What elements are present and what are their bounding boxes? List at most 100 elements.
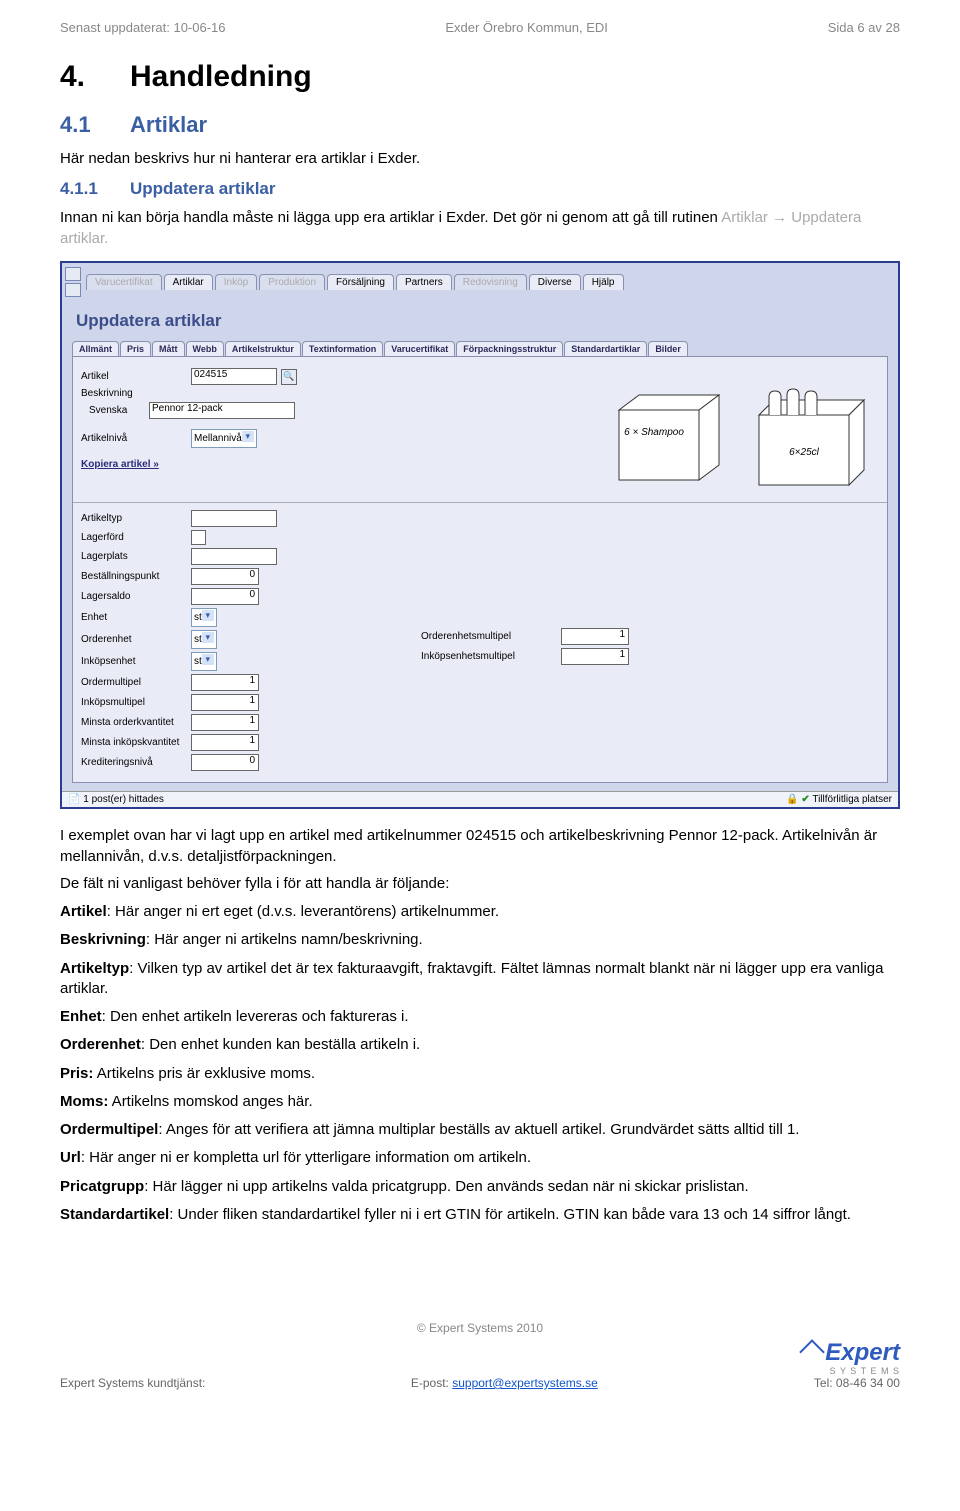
g-pricatgrupp-label: Pricatgrupp bbox=[60, 1178, 144, 1195]
status-bar: 📄 1 post(er) hittades 🔒 ✔ Tillförlitliga… bbox=[62, 791, 898, 807]
footer-tel: Tel: 08-46 34 00 bbox=[803, 1376, 900, 1390]
h2-title: Artiklar bbox=[130, 112, 207, 137]
label-orderenhet: Orderenhet bbox=[81, 634, 191, 645]
header-page: Sida 6 av 28 bbox=[828, 20, 900, 35]
input-lagersaldo[interactable]: 0 bbox=[191, 588, 259, 605]
select-enhet[interactable]: st bbox=[191, 608, 217, 627]
tab-allmant[interactable]: Allmänt bbox=[72, 341, 119, 356]
h1-number: 4. bbox=[60, 60, 130, 94]
illustration: 6 × Shampoo 6×25cl bbox=[599, 365, 879, 498]
input-inkopsenhetsmul[interactable]: 1 bbox=[561, 648, 629, 665]
tab-pris[interactable]: Pris bbox=[120, 341, 151, 356]
g-orderenhet-label: Orderenhet bbox=[60, 1036, 141, 1053]
menu-produktion[interactable]: Produktion bbox=[259, 274, 325, 290]
input-beskrivning[interactable]: Pennor 12-pack bbox=[149, 402, 295, 419]
label-beskrivning: Beskrivning bbox=[81, 388, 191, 399]
header-title: Exder Örebro Kommun, EDI bbox=[445, 20, 608, 35]
logo-subtext: S Y S T E M S bbox=[825, 1367, 900, 1376]
link-kopiera-artikel[interactable]: Kopiera artikel » bbox=[81, 459, 159, 470]
g-ordermultipel-text: : Anges för att verifiera att jämna mult… bbox=[158, 1121, 799, 1138]
h3-number: 4.1.1 bbox=[60, 179, 130, 199]
tab-webb[interactable]: Webb bbox=[186, 341, 224, 356]
select-artikelniva[interactable]: Mellannivå bbox=[191, 429, 257, 448]
input-inkopsmultipel[interactable]: 1 bbox=[191, 694, 259, 711]
label-lagerford: Lagerförd bbox=[81, 532, 191, 543]
input-minorder[interactable]: 1 bbox=[191, 714, 259, 731]
intro-text-2: Innan ni kan börja handla måste ni lägga… bbox=[60, 207, 900, 249]
form-area: Artikel 024515 🔍 Beskrivning Svenska Pen… bbox=[72, 356, 888, 783]
menu-inkop[interactable]: Inköp bbox=[215, 274, 257, 290]
h3-title: Uppdatera artiklar bbox=[130, 179, 276, 198]
check-icon: ✔ bbox=[801, 794, 809, 805]
g-orderenhet-text: : Den enhet kunden kan beställa artikeln… bbox=[141, 1036, 420, 1053]
expert-logo: Expert S Y S T E M S bbox=[803, 1341, 900, 1376]
document-header: Senast uppdaterat: 10-06-16 Exder Örebro… bbox=[60, 20, 900, 35]
g-artikeltyp-text: : Vilken typ av artikel det är tex faktu… bbox=[60, 960, 883, 997]
h2-number: 4.1 bbox=[60, 112, 130, 138]
g-moms-label: Moms: bbox=[60, 1093, 108, 1110]
g-standardartikel-label: Standardartikel bbox=[60, 1206, 169, 1223]
footer-left: Expert Systems kundtjänst: bbox=[60, 1376, 205, 1390]
label-artikeltyp: Artikeltyp bbox=[81, 513, 191, 524]
input-orderenhetsmul[interactable]: 1 bbox=[561, 628, 629, 645]
illus-bottle-text: 6×25cl bbox=[789, 447, 820, 458]
footer-mid-pre: E-post: bbox=[411, 1376, 452, 1390]
menu-partners[interactable]: Partners bbox=[396, 274, 452, 290]
g-pris-text: Artikelns pris är exklusive moms. bbox=[93, 1065, 315, 1082]
input-artikel[interactable]: 024515 bbox=[191, 368, 277, 385]
illus-box-text: 6 × Shampoo bbox=[624, 427, 684, 438]
menu-redovisning[interactable]: Redovisning bbox=[454, 274, 527, 290]
menu-diverse[interactable]: Diverse bbox=[529, 274, 581, 290]
g-url-text: : Här anger ni er kompletta url för ytte… bbox=[81, 1149, 531, 1166]
select-inkopsenhet[interactable]: st bbox=[191, 652, 217, 671]
subtab-bar: Allmänt Pris Mått Webb Artikelstruktur T… bbox=[72, 341, 888, 356]
checkbox-lagerford[interactable] bbox=[191, 530, 206, 545]
g-ordermultipel-label: Ordermultipel bbox=[60, 1121, 158, 1138]
tab-artikelstruktur[interactable]: Artikelstruktur bbox=[225, 341, 301, 356]
menu-artiklar[interactable]: Artiklar bbox=[164, 274, 213, 290]
menu-varucertifikat[interactable]: Varucertifikat bbox=[86, 274, 162, 290]
g-artikeltyp-label: Artikeltyp bbox=[60, 960, 129, 977]
menu-hjalp[interactable]: Hjälp bbox=[583, 274, 624, 290]
tab-bilder[interactable]: Bilder bbox=[648, 341, 688, 356]
tab-varucertifikat[interactable]: Varucertifikat bbox=[384, 341, 455, 356]
label-kreditniva: Krediteringsnivå bbox=[81, 757, 191, 768]
label-inkopsenhetsmul: Inköpsenhetsmultipel bbox=[421, 651, 561, 662]
label-lagersaldo: Lagersaldo bbox=[81, 591, 191, 602]
select-orderenhet-value: st bbox=[194, 634, 202, 645]
fields-intro: De fält ni vanligast behöver fylla i för… bbox=[60, 873, 900, 894]
input-ordermultipel[interactable]: 1 bbox=[191, 674, 259, 691]
tab-standardartiklar[interactable]: Standardartiklar bbox=[564, 341, 647, 356]
lock-icon: 🔒 bbox=[786, 794, 798, 805]
example-text: I exemplet ovan har vi lagt upp en artik… bbox=[60, 825, 900, 867]
input-lagerplats[interactable] bbox=[191, 548, 277, 565]
input-kreditniva[interactable]: 0 bbox=[191, 754, 259, 771]
intro2-part-a: Innan ni kan börja handla måste ni lägga… bbox=[60, 209, 721, 226]
search-icon[interactable]: 🔍 bbox=[281, 369, 297, 385]
g-standardartikel-text: : Under fliken standardartikel fyller ni… bbox=[169, 1206, 851, 1223]
g-moms-text: Artikelns momskod anges här. bbox=[108, 1093, 312, 1110]
tab-matt[interactable]: Mått bbox=[152, 341, 185, 356]
tab-textinformation[interactable]: Textinformation bbox=[302, 341, 383, 356]
footer-right-wrap: Expert S Y S T E M S Tel: 08-46 34 00 bbox=[803, 1341, 900, 1390]
input-artikeltyp[interactable] bbox=[191, 510, 277, 527]
status-text: 1 post(er) hittades bbox=[83, 794, 164, 805]
input-mininkop[interactable]: 1 bbox=[191, 734, 259, 751]
menu-forsaljning[interactable]: Försäljning bbox=[327, 274, 394, 290]
footer-mid: E-post: support@expertsystems.se bbox=[411, 1376, 598, 1390]
g-artikel-text: : Här anger ni ert eget (d.v.s. leverant… bbox=[107, 903, 499, 920]
label-artikel: Artikel bbox=[81, 371, 191, 382]
tab-forpackningsstruktur[interactable]: Förpackningsstruktur bbox=[456, 341, 563, 356]
g-artikel-label: Artikel bbox=[60, 903, 107, 920]
label-mininkop: Minsta inköpskvantitet bbox=[81, 737, 191, 748]
label-inkopsenhet: Inköpsenhet bbox=[81, 656, 191, 667]
footer-email-link[interactable]: support@expertsystems.se bbox=[452, 1376, 598, 1390]
menubar: Varucertifikat Artiklar Inköp Produktion… bbox=[82, 274, 896, 290]
label-minorder: Minsta orderkvantitet bbox=[81, 717, 191, 728]
select-orderenhet[interactable]: st bbox=[191, 630, 217, 649]
left-tool-column bbox=[64, 265, 82, 299]
input-bestpunkt[interactable]: 0 bbox=[191, 568, 259, 585]
select-enhet-value: st bbox=[194, 612, 202, 623]
glossary: Artikel: Här anger ni ert eget (d.v.s. l… bbox=[60, 902, 900, 1225]
document-footer: © Expert Systems 2010 Expert Systems kun… bbox=[60, 1321, 900, 1390]
